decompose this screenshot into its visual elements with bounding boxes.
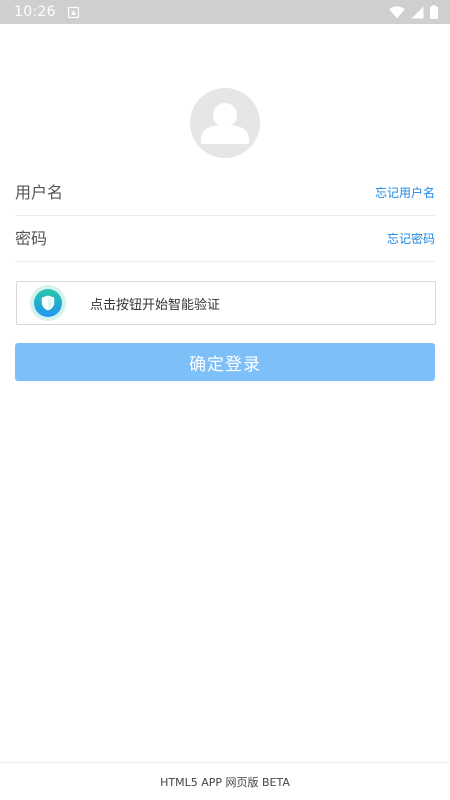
login-button[interactable]: 确定登录 bbox=[15, 343, 435, 381]
notification-icon bbox=[67, 6, 79, 18]
password-row: 忘记密码 bbox=[15, 216, 435, 262]
user-avatar-icon bbox=[201, 103, 249, 144]
password-input[interactable] bbox=[15, 223, 315, 254]
forgot-password-link[interactable]: 忘记密码 bbox=[387, 230, 435, 247]
status-right bbox=[389, 5, 438, 19]
battery-icon bbox=[430, 5, 438, 19]
signal-icon bbox=[411, 6, 424, 18]
avatar bbox=[190, 88, 260, 158]
captcha-icon-circle bbox=[34, 289, 62, 317]
smart-captcha-button[interactable]: 点击按钮开始智能验证 bbox=[16, 281, 436, 325]
status-left: 10:26 bbox=[14, 4, 79, 20]
username-row: 忘记用户名 bbox=[15, 170, 435, 216]
wifi-icon bbox=[389, 5, 405, 18]
forgot-username-link[interactable]: 忘记用户名 bbox=[375, 184, 435, 201]
footer-text: HTML5 APP 网页版 BETA bbox=[160, 775, 290, 789]
status-time: 10:26 bbox=[14, 4, 56, 20]
username-input[interactable] bbox=[15, 177, 315, 208]
footer: HTML5 APP 网页版 BETA bbox=[0, 762, 450, 800]
status-bar: 10:26 bbox=[0, 0, 450, 24]
captcha-icon-ring bbox=[30, 285, 66, 321]
shield-icon bbox=[41, 295, 55, 311]
captcha-label: 点击按钮开始智能验证 bbox=[90, 297, 221, 313]
